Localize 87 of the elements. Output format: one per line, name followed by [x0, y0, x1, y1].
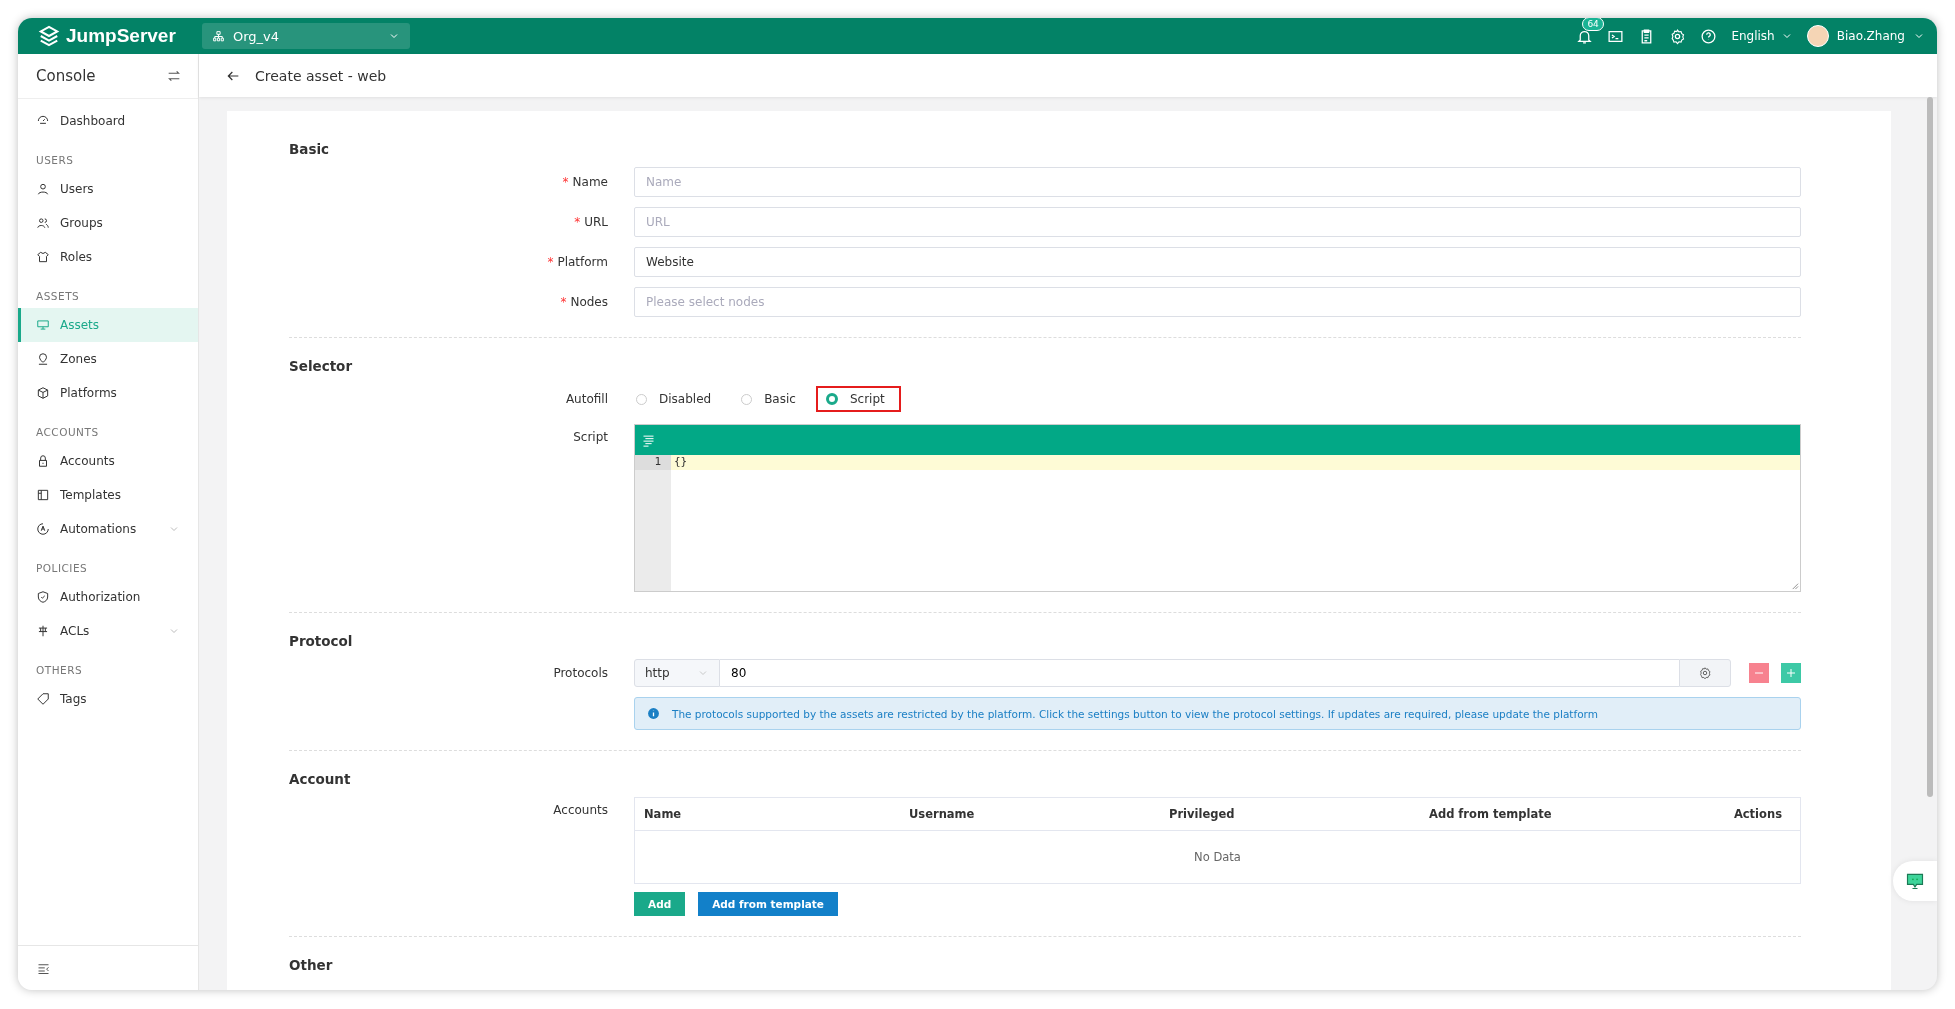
sidebar-item[interactable]: Roles [18, 240, 198, 274]
sidebar-item[interactable]: Automations [18, 512, 198, 546]
field-label: Protocols [553, 666, 608, 680]
menu-item-icon [36, 692, 50, 706]
info-icon [647, 707, 660, 720]
section-title: Protocol [289, 633, 354, 649]
sidebar-item[interactable]: Accounts [18, 444, 198, 478]
field-label: Platform [557, 255, 608, 269]
empty-text: No Data [1194, 850, 1241, 864]
port-field[interactable]: 80 [720, 659, 1679, 687]
menu-item-icon [36, 454, 50, 468]
sidebar-item[interactable]: Tags [18, 682, 198, 716]
language-dropdown[interactable]: English [1731, 29, 1793, 43]
protocol-select[interactable]: http [634, 659, 720, 687]
field-label: Name [572, 175, 608, 189]
avatar [1806, 25, 1829, 47]
menu-item-icon [36, 590, 50, 604]
user-menu[interactable]: Biao.Zhang [1806, 25, 1925, 47]
input-field[interactable]: Website [634, 247, 1801, 277]
field-label: Autofill [565, 392, 608, 406]
required-mark: * [562, 175, 569, 189]
org-tree-icon [212, 29, 225, 43]
chat-button[interactable] [1893, 861, 1937, 901]
section-heading: ACCOUNTS [35, 425, 100, 440]
menu-item-icon [36, 216, 50, 230]
info-text: The protocols supported by the assets are restricted by the platform. Click the settings button to view the protocol settings. If updates are required, please update the platform [672, 707, 1598, 720]
field-label: URL [584, 215, 608, 229]
sidebar-item[interactable]: Templates [18, 478, 198, 512]
column-header: Actions [1733, 807, 1783, 821]
required-mark: * [574, 215, 581, 229]
menu-item-icon [36, 386, 50, 400]
notification-badge: 64 [1582, 18, 1604, 31]
section-heading: POLICIES [35, 561, 89, 576]
section-title: Selector [289, 358, 354, 374]
sidebar-item[interactable]: Groups [18, 206, 198, 240]
sidebar-item[interactable]: Dashboard [18, 104, 198, 138]
line-number: 1 [635, 455, 671, 470]
sidebar-item[interactable]: Users [18, 172, 198, 206]
sidebar-item[interactable]: Platforms [18, 376, 198, 410]
settings-button[interactable] [1679, 659, 1731, 687]
field-label: Script [573, 430, 608, 444]
page-title: Create asset - web [255, 67, 387, 84]
code-editor[interactable]: 1 {} [634, 424, 1801, 592]
menu-item-icon [36, 488, 50, 502]
field-label: Nodes [570, 295, 608, 309]
section-title: Basic [289, 141, 331, 157]
section-title: Other [289, 957, 334, 973]
section-heading: USERS [35, 153, 75, 168]
action-button[interactable]: Add from template [698, 892, 838, 916]
radio-option[interactable]: Disabled [626, 386, 728, 412]
sidebar-item[interactable]: ACLs [18, 614, 198, 648]
section-title: Account [289, 771, 352, 787]
input-field[interactable]: Please select nodes [634, 287, 1801, 317]
column-header: Privileged [1169, 807, 1236, 821]
format-icon[interactable] [641, 432, 656, 448]
chat-bubble-icon [1905, 871, 1925, 891]
settings-icon[interactable] [1669, 27, 1687, 45]
section-heading: OTHERS [35, 663, 84, 678]
menu-item-icon [36, 522, 50, 536]
input-field[interactable]: Name [634, 167, 1801, 197]
input-field[interactable]: URL [634, 207, 1801, 237]
sidebar-item[interactable]: Zones [18, 342, 198, 376]
section-heading: ASSETS [35, 289, 81, 304]
settings-icon [1698, 666, 1712, 680]
plus-icon [1786, 668, 1796, 678]
switch-icon[interactable] [166, 68, 182, 84]
field-label: Accounts [553, 803, 608, 817]
column-header: Add from template [1429, 807, 1553, 821]
resize-handle-icon[interactable] [1790, 581, 1799, 590]
scrollbar[interactable] [1927, 97, 1933, 797]
required-mark: * [560, 295, 567, 309]
menu-item-icon [36, 318, 50, 332]
menu-item-icon [36, 624, 50, 638]
required-mark: * [547, 255, 554, 269]
logo-text: JumpServer [66, 25, 176, 47]
menu-item-icon [36, 250, 50, 264]
radio-option[interactable]: Script [815, 386, 901, 412]
help-icon[interactable] [1700, 27, 1718, 45]
sidebar-title: Console [36, 67, 96, 85]
radio-option[interactable]: Basic [731, 386, 812, 412]
organization-dropdown[interactable]: Org_v4 [202, 23, 410, 49]
column-header: Name [644, 807, 683, 821]
menu-item-icon [36, 352, 50, 366]
menu-item-icon [36, 182, 50, 196]
logo-icon [38, 25, 60, 47]
column-header: Username [909, 807, 976, 821]
sidebar-item[interactable]: Authorization [18, 580, 198, 614]
